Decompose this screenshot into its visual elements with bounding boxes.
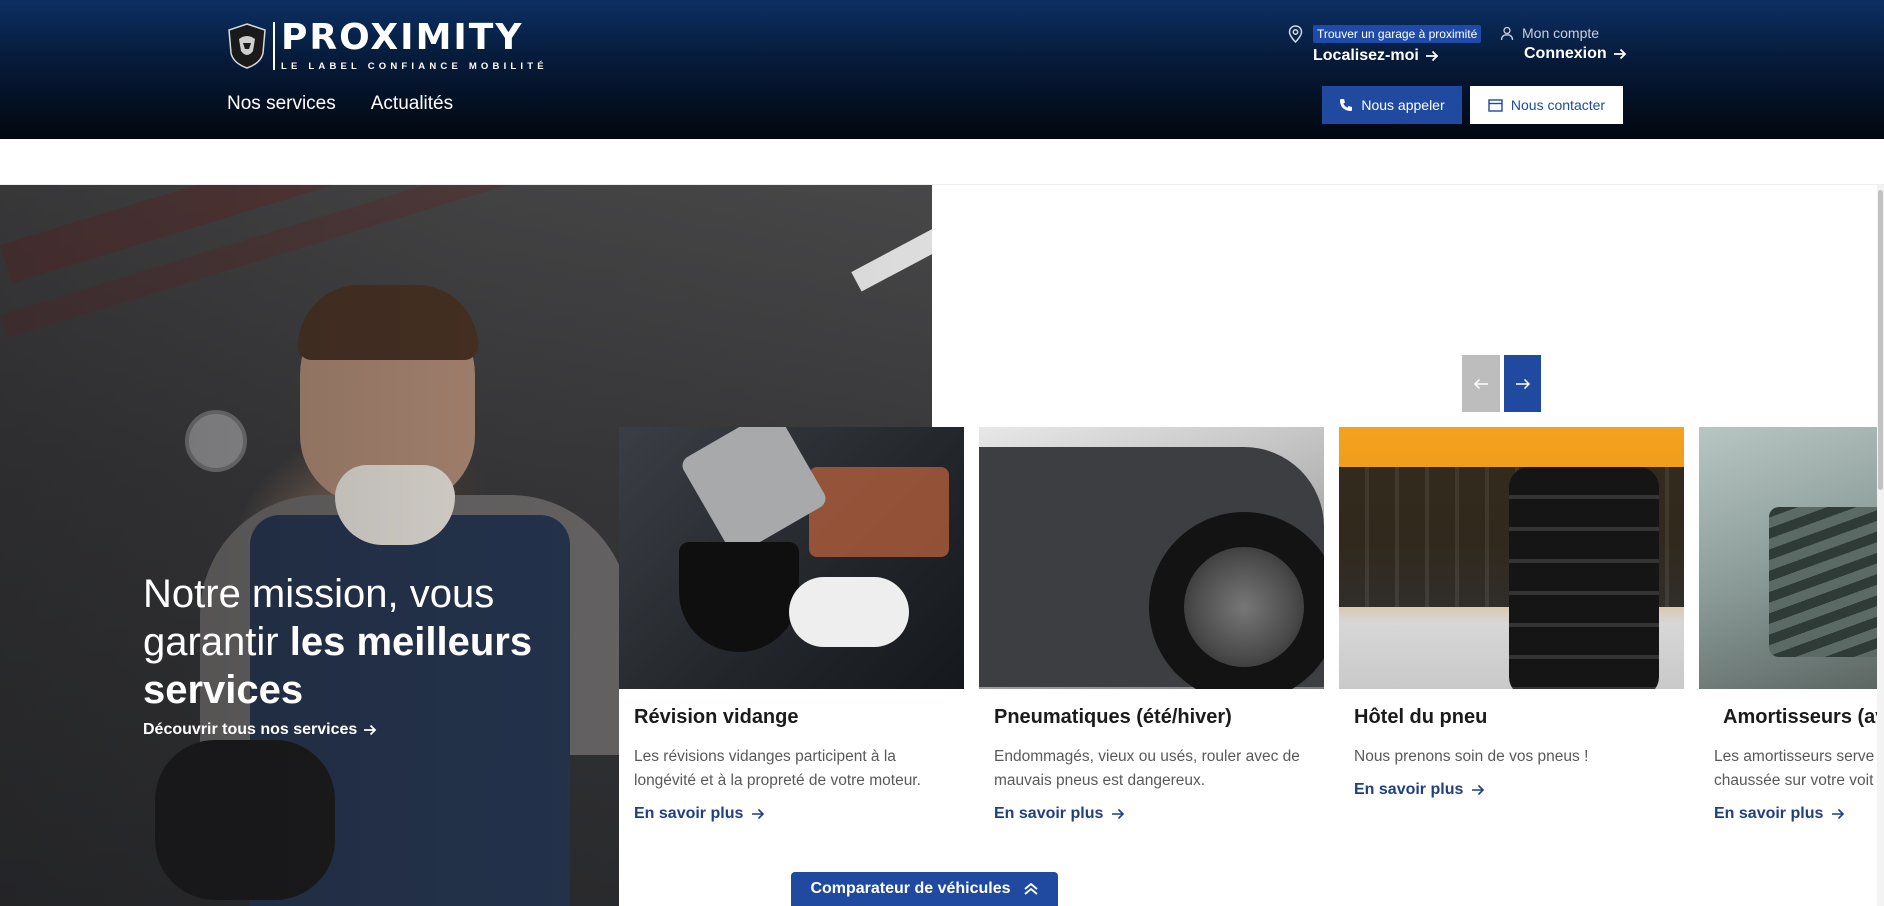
arrow-right-icon [1112,808,1125,820]
arrow-right-icon [364,724,377,736]
service-card-image [979,427,1324,689]
service-card-image [619,427,964,689]
account-label: Mon compte [1522,25,1600,41]
arrow-right-icon [1613,48,1626,60]
image-glove [789,577,909,647]
scrollbar-thumb[interactable] [1878,190,1883,490]
main-nav: Nos services Actualités [227,93,453,115]
locator-badge: Trouver un garage à proximité [1313,25,1482,43]
discover-services-link[interactable]: Découvrir tous nos services [143,721,377,739]
image-oil-pan [679,542,799,652]
slider-next-button[interactable] [1504,355,1541,412]
service-card-description: Les révisions vidanges participent à la … [634,748,921,789]
service-card-title: Pneumatiques (été/hiver) [994,706,1232,728]
arrow-right-icon [1515,378,1530,389]
arrow-right-icon [1472,784,1485,796]
learn-more-link[interactable]: En savoir plus [634,805,964,823]
nav-item-services[interactable]: Nos services [227,93,336,115]
hero-title: Notre mission, vous garantir les meilleu… [143,570,583,714]
contact-button[interactable]: Nous contacter [1470,86,1623,124]
learn-more-label: En savoir plus [634,805,744,822]
locate-me-label: Localisez-moi [1313,47,1419,64]
arrow-right-icon [1425,50,1439,62]
logo-separator [273,22,275,70]
service-card-title: Révision vidange [634,706,799,728]
learn-more-link[interactable]: En savoir plus [1354,781,1684,799]
image-oil-bottle [678,427,830,558]
image-tire-stack [1509,467,1659,689]
learn-more-label: En savoir plus [994,805,1104,822]
image-shock-absorber [1769,507,1877,657]
service-card-image [1699,427,1877,689]
call-button[interactable]: Nous appeler [1322,86,1462,124]
brand-name: PROXIMITY [281,17,524,58]
location-pin-icon [1288,25,1303,43]
login-label: Connexion [1524,45,1607,62]
arrow-left-icon [1473,378,1488,389]
contact-button-label: Nous contacter [1510,97,1606,113]
account-area[interactable]: Mon compte Connexion [1500,25,1627,63]
discover-services-label: Découvrir tous nos services [143,721,358,738]
slider-prev-button[interactable] [1462,355,1500,412]
arrow-right-icon [752,808,765,820]
service-card-image [1339,427,1684,689]
double-chevron-up-icon [1023,883,1038,895]
image-rim [1184,547,1304,667]
vehicle-comparator-button[interactable]: Comparateur de véhicules [791,872,1058,906]
service-card[interactable]: Pneumatiques (été/hiver) Endommagés, vie… [979,427,1324,906]
arrow-right-icon [1832,808,1845,820]
logo[interactable]: PROXIMITY LE LABEL CONFIANCE MOBILITÉ [227,20,548,72]
user-icon [1500,26,1514,40]
service-card-description: Les amortisseurs serve que peuvent avoir… [1714,748,1877,789]
vehicle-comparator-label: Comparateur de véhicules [810,880,1011,897]
login-link[interactable]: Connexion [1524,45,1627,63]
learn-more-label: En savoir plus [1714,805,1824,822]
image-engine [809,467,949,557]
service-card-title: Amortisseurs (av [1723,706,1877,728]
learn-more-link[interactable]: En savoir plus [994,805,1324,823]
service-card-description: Endommagés, vieux ou usés, rouler avec d… [994,748,1300,789]
service-card[interactable]: Révision vidange Les révisions vidanges … [619,427,964,906]
peugeot-lion-icon [228,23,266,69]
call-button-label: Nous appeler [1361,97,1445,113]
locate-me-link[interactable]: Localisez-moi [1313,47,1481,65]
learn-more-label: En savoir plus [1354,781,1464,798]
phone-icon [1340,99,1353,111]
calendar-icon [1488,99,1503,112]
service-card[interactable]: Amortisseurs (av Les amortisseurs serve … [1699,427,1877,906]
brand: PROXIMITY LE LABEL CONFIANCE MOBILITÉ [281,17,548,73]
learn-more-link[interactable]: En savoir plus [1714,805,1877,823]
nav-item-news[interactable]: Actualités [371,93,453,115]
brand-tagline: LE LABEL CONFIANCE MOBILITÉ [281,61,548,72]
service-card[interactable]: Hôtel du pneu Nous prenons soin de vos p… [1339,427,1684,906]
service-card-title: Hôtel du pneu [1354,706,1488,728]
service-card-description: Nous prenons soin de vos pneus ! [1354,748,1589,765]
site-header: PROXIMITY LE LABEL CONFIANCE MOBILITÉ No… [0,0,1884,139]
garage-locator[interactable]: Trouver un garage à proximité Localisez-… [1288,25,1482,65]
